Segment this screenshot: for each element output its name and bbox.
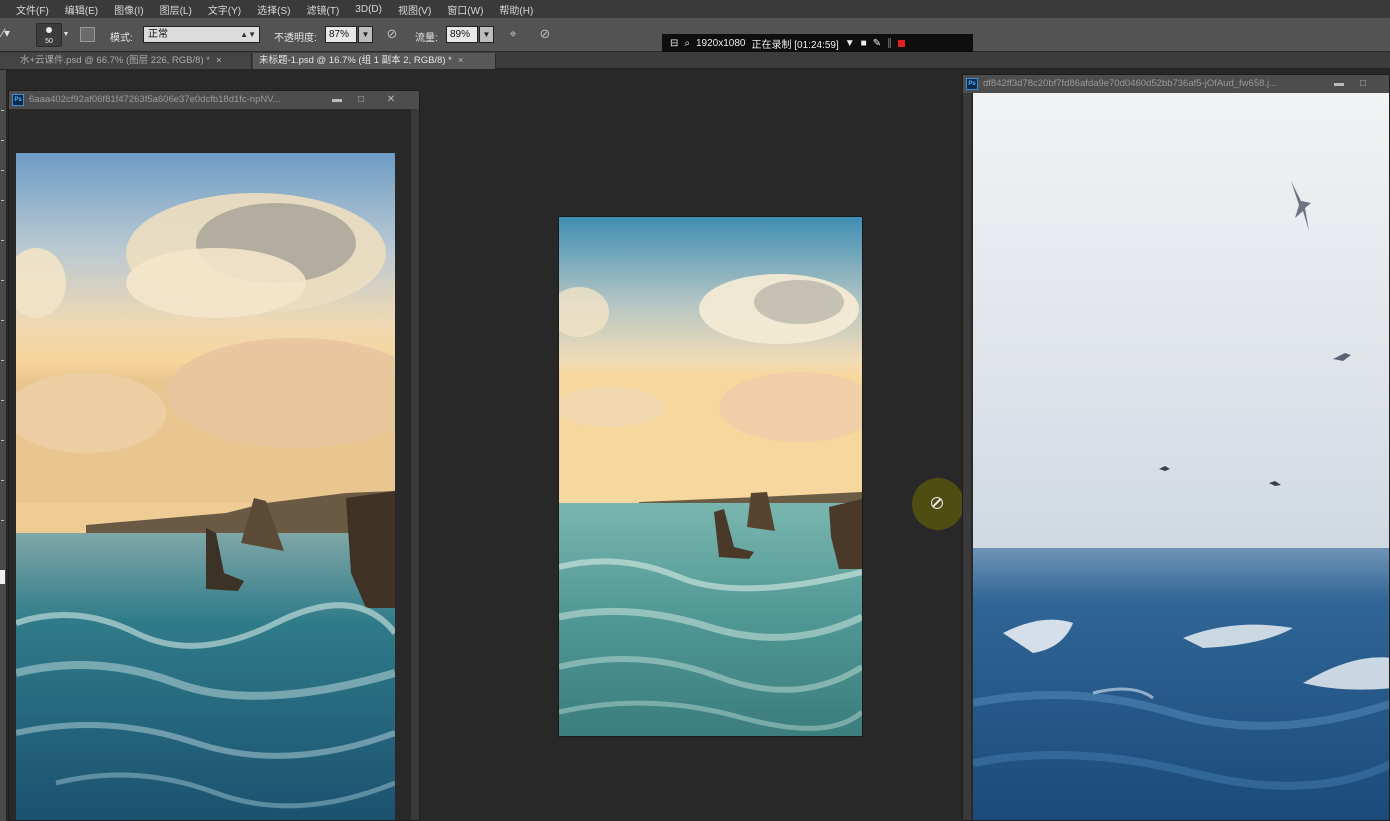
document-window-right: Ps df842ff3d78c20bf7fd86afda9e70d0460d52…	[962, 74, 1390, 821]
no-entry-cursor-icon	[931, 497, 943, 509]
brush-tip-icon	[46, 27, 52, 33]
tool-tick	[1, 140, 4, 141]
airbrush-icon[interactable]: ⌖	[504, 25, 522, 43]
tool-tick	[1, 280, 4, 281]
recorder-stop-icon[interactable]	[898, 39, 906, 47]
recorder-pause-icon[interactable]: ∥	[887, 38, 892, 49]
flow-label: 流量:	[415, 33, 438, 44]
flow-value: 89%	[450, 29, 471, 40]
window-title: df842ff3d78c20bf7fd86afda9e70d0460d52bb7…	[983, 78, 1278, 89]
brush-tool-icon[interactable]: ⁄▾	[2, 26, 18, 42]
opacity-value: 87%	[329, 29, 350, 40]
mode-select[interactable]: 正常 ▲▼	[143, 26, 260, 43]
brush-preset-dropdown-icon[interactable]: ▼	[62, 23, 70, 47]
maximize-icon[interactable]: □	[353, 91, 369, 109]
opacity-label: 不透明度:	[274, 33, 317, 44]
menu-bar: 文件(F) 编辑(E) 图像(I) 图层(L) 文字(Y) 选择(S) 滤镜(T…	[0, 0, 1390, 18]
size-pressure-icon[interactable]: ⊘	[536, 25, 554, 43]
flow-input[interactable]: 89%	[446, 26, 478, 43]
window-title: 6aaa402cf92af06f81f47263f5a606e37e0dcfb1…	[29, 94, 281, 105]
painted-sea-stacks-image	[559, 217, 862, 736]
tab-label: 水+云课件.psd @ 66.7% (图层 226, RGB/8) *	[20, 55, 210, 66]
tool-tick	[1, 240, 4, 241]
menu-view[interactable]: 视图(V)	[390, 2, 439, 17]
recorder-region-icon[interactable]: ⊟	[670, 38, 678, 49]
window-title-bar[interactable]: Ps 6aaa402cf92af06f81f47263f5a606e37e0dc…	[9, 91, 419, 109]
brush-size-value: 50	[45, 38, 53, 45]
menu-select[interactable]: 选择(S)	[249, 2, 298, 17]
window-title-bar[interactable]: Ps df842ff3d78c20bf7fd86afda9e70d0460d52…	[963, 75, 1389, 93]
foreground-color-swatch[interactable]	[0, 570, 5, 584]
menu-type[interactable]: 文字(Y)	[200, 2, 249, 17]
screen-recorder-bar: ⊟ ⌕ 1920x1080 正在录制 [01:24:59] ▼ ■ ✎ ∥	[662, 34, 973, 52]
menu-layer[interactable]: 图层(L)	[152, 2, 200, 17]
tool-tick	[1, 110, 4, 111]
tool-tick	[1, 320, 4, 321]
menu-3d[interactable]: 3D(D)	[347, 4, 390, 15]
minimize-icon[interactable]: ▬	[1331, 75, 1347, 93]
menu-help[interactable]: 帮助(H)	[491, 2, 541, 17]
cursor-highlight	[912, 478, 964, 530]
tab-close-icon[interactable]: ×	[216, 55, 222, 66]
document-tab-bar: 水+云课件.psd @ 66.7% (图层 226, RGB/8) * × 未标题…	[0, 52, 1390, 69]
mode-label: 模式:	[110, 33, 133, 44]
tab-water-cloud-psd[interactable]: 水+云课件.psd @ 66.7% (图层 226, RGB/8) * ×	[0, 53, 252, 69]
menu-filter[interactable]: 滤镜(T)	[299, 2, 348, 17]
recorder-resolution: 1920x1080	[696, 37, 746, 49]
tool-tick	[1, 520, 4, 521]
tab-label: 未标题-1.psd @ 16.7% (组 1 副本 2, RGB/8) *	[259, 55, 452, 66]
sunset-sea-stacks-image	[16, 153, 395, 820]
minimize-icon[interactable]: ▬	[329, 91, 345, 109]
menu-edit[interactable]: 编辑(E)	[57, 2, 106, 17]
opacity-input[interactable]: 87%	[325, 26, 357, 43]
seagulls-ocean-image	[973, 93, 1389, 820]
opacity-slider-button[interactable]: ▼	[358, 26, 373, 43]
mode-value: 正常	[148, 29, 168, 40]
maximize-icon[interactable]: □	[1355, 75, 1371, 93]
recorder-camera-icon[interactable]: ■	[861, 38, 867, 49]
brush-preset-picker[interactable]: 50	[36, 23, 62, 47]
brush-panel-toggle-icon[interactable]	[80, 27, 95, 42]
recorder-status: 正在录制 [01:24:59]	[751, 39, 839, 51]
photo-canvas-painted-sea[interactable]	[559, 217, 862, 736]
photo-canvas-sunset-sea-stacks[interactable]	[16, 153, 395, 820]
recorder-pen-icon[interactable]: ✎	[873, 38, 881, 49]
menu-file[interactable]: 文件(F)	[0, 2, 57, 17]
recorder-zoom-icon[interactable]: ⌕	[684, 38, 690, 49]
opacity-pressure-icon[interactable]: ⊘	[383, 25, 401, 43]
tool-tick	[1, 400, 4, 401]
tool-tick	[1, 440, 4, 441]
tools-panel	[0, 70, 6, 821]
vertical-scrollbar[interactable]	[411, 109, 419, 820]
close-icon[interactable]: ✕	[383, 91, 399, 109]
ps-file-icon: Ps	[12, 94, 24, 106]
menu-image[interactable]: 图像(I)	[106, 2, 151, 17]
tab-untitled-1-psd[interactable]: 未标题-1.psd @ 16.7% (组 1 副本 2, RGB/8) * ×	[253, 53, 496, 69]
vertical-scrollbar[interactable]	[963, 93, 971, 820]
tool-tick	[1, 170, 4, 171]
menu-window[interactable]: 窗口(W)	[439, 2, 491, 17]
tool-tick	[1, 480, 4, 481]
recorder-dropdown-icon[interactable]: ▼	[845, 38, 855, 49]
ps-file-icon: Ps	[966, 78, 978, 90]
tool-tick	[1, 200, 4, 201]
photo-canvas-seagulls-ocean[interactable]	[973, 93, 1389, 820]
document-window-left: Ps 6aaa402cf92af06f81f47263f5a606e37e0dc…	[8, 90, 420, 821]
tool-tick	[1, 360, 4, 361]
mode-chevron-icon: ▲▼	[240, 30, 256, 39]
tab-close-icon[interactable]: ×	[458, 55, 464, 66]
flow-slider-button[interactable]: ▼	[479, 26, 494, 43]
